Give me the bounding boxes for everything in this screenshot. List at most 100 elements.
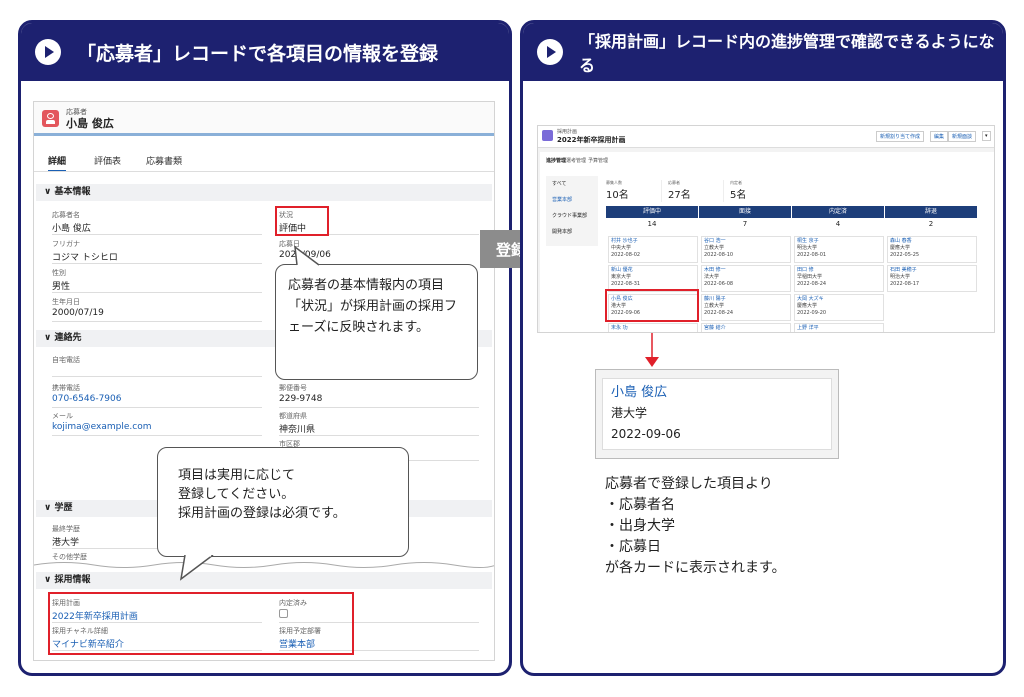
kanban-card[interactable]: 谷口 浩一 立教大学 2022-08-10 <box>701 236 791 263</box>
play-icon <box>35 39 61 65</box>
kanban-card[interactable]: 新山 優花 東京大学 2022-08-31 <box>608 265 698 292</box>
kanban-card-date: 2022-08-01 <box>797 252 827 258</box>
kanban-card-name[interactable]: 村井 沙也子 <box>611 238 695 245</box>
callout-tail-1 <box>294 245 320 266</box>
plan-type: 採用計画 <box>557 129 578 135</box>
explanation: 応募者で登録した項目より ・応募者名 ・出身大学 ・応募日 が各カードに表示され… <box>605 474 786 579</box>
status-highlight <box>275 206 329 236</box>
kanban-card[interactable]: 石田 美穂子 明治大学 2022-08-17 <box>887 265 977 292</box>
home-phone-label: 自宅電話 <box>52 356 80 364</box>
school-label: 最終学歴 <box>52 525 80 533</box>
tab-documents[interactable]: 応募書類 <box>146 154 182 167</box>
kanban-card[interactable]: 上野 洋平 <box>794 323 884 332</box>
kanban-card[interactable]: 森山 春香 慶應大学 2022-05-25 <box>887 236 977 263</box>
left-panel-header: 「応募者」レコードで各項目の情報を登録 <box>21 23 509 81</box>
explanation-item-name: ・応募者名 <box>605 497 675 513</box>
kanban-card[interactable]: 末永 功 <box>608 323 698 332</box>
applicant-name-label: 応募者名 <box>52 211 80 219</box>
tab-selection[interactable]: 選考管理 <box>566 157 586 164</box>
kanban-card[interactable]: 村井 沙也子 中央大学 2022-08-02 <box>608 236 698 263</box>
kanban-card-date: 2022-08-17 <box>890 281 920 287</box>
email-label: メール <box>52 412 73 420</box>
kanban-card-name[interactable]: 谷口 浩一 <box>704 238 788 245</box>
postal-value: 229-9748 <box>279 394 323 404</box>
kanban-card-date: 2022-08-24 <box>797 281 827 287</box>
kanban-card-name[interactable]: 森山 春香 <box>890 238 974 245</box>
kanban-card-name[interactable]: 石田 美穂子 <box>890 267 974 274</box>
kanban-card-school: 東京大学 <box>611 274 632 280</box>
plan-name: 2022年新卒採用計画 <box>557 136 626 144</box>
kanban-card-school: 明治大学 <box>890 274 911 280</box>
furigana-value: コジマ トシヒロ <box>52 253 118 263</box>
kanban-card-name[interactable]: 新山 優花 <box>611 267 695 274</box>
kanban-card[interactable]: 宮藤 結介 <box>701 323 791 332</box>
down-arrow <box>645 333 659 367</box>
kanban-card[interactable]: 大岡 大ズキ 慶應大学 2022-09-20 <box>794 294 884 321</box>
side-item-dev[interactable]: 開発本部 <box>552 228 572 235</box>
note-line-3: 採用計画の登録は必須です。 <box>178 506 346 521</box>
plan-record: 採用計画 2022年新卒採用計画 新規割り当て作成 編集 新規面談 ▾ 進捗管理… <box>537 125 995 333</box>
kanban-card-date: 2022-09-20 <box>797 310 827 316</box>
kanban-card-school: 立教大学 <box>704 303 725 309</box>
kanban-card-school: 立教大学 <box>704 245 725 251</box>
kanban-card-name[interactable]: 桐生 京子 <box>797 238 881 245</box>
kanban-card-school: 法大学 <box>704 274 720 280</box>
email-value[interactable]: kojima@example.com <box>52 422 152 432</box>
zoom-card-school: 港大学 <box>611 406 648 420</box>
note-line-1: 項目は実用に応じて <box>178 468 296 483</box>
stage-evaluating[interactable]: 評価中 <box>606 206 698 218</box>
tab-progress[interactable]: 進捗管理 <box>546 157 566 164</box>
applicant-record: 応募者 小島 俊広 詳細 評価表 応募書類 ∨ 基本情報 応募者名 小島 俊広 … <box>33 101 495 661</box>
kanban-card-name[interactable]: 木田 修一 <box>704 267 788 274</box>
count-interview: 7 <box>742 220 748 228</box>
tab-detail[interactable]: 詳細 <box>48 154 67 172</box>
kanban-card-name[interactable]: 田口 修 <box>797 267 881 274</box>
btn-new-interview[interactable]: 新規面談 <box>948 131 977 142</box>
kanban-card-school: 明治大学 <box>797 245 818 251</box>
kanban-card-date: 2022-06-08 <box>704 281 734 287</box>
kanban-card-school: 慶應大学 <box>797 303 818 309</box>
count-declined: 2 <box>928 220 934 228</box>
play-icon <box>537 39 563 65</box>
kanban-card[interactable]: 藤川 陽子 立教大学 2022-08-24 <box>701 294 791 321</box>
birthday-value: 2000/07/19 <box>52 308 104 318</box>
kanban-card-name[interactable]: 宮藤 結介 <box>704 325 788 332</box>
zoom-card[interactable]: 小島 俊広 港大学 2022-09-06 <box>595 369 839 459</box>
btn-new-assign[interactable]: 新規割り当て作成 <box>876 131 925 142</box>
tab-budget[interactable]: 予算管理 <box>588 157 608 164</box>
btn-edit[interactable]: 編集 <box>930 131 949 142</box>
prefecture-value: 神奈川県 <box>279 425 316 435</box>
kanban-card-date: 2022-08-02 <box>611 252 641 258</box>
side-item-sales[interactable]: 営業本部 <box>552 196 572 203</box>
kanban-card-date: 2022-08-10 <box>704 252 734 258</box>
count-offered: 4 <box>835 220 841 228</box>
kanban-card[interactable]: 木田 修一 法大学 2022-06-08 <box>701 265 791 292</box>
stage-interview[interactable]: 面接 <box>699 206 791 218</box>
dropdown-icon[interactable]: ▾ <box>982 131 991 141</box>
explanation-item-date: ・応募日 <box>605 539 661 555</box>
kanban-card[interactable]: 田口 修早稲田大学 2022-08-24 <box>794 265 884 292</box>
kanban-card[interactable]: 桐生 京子 明治大学 2022-08-01 <box>794 236 884 263</box>
mobile-value[interactable]: 070-6546-7906 <box>52 394 121 404</box>
side-item-all[interactable]: すべて <box>552 180 566 187</box>
kanban-card-date: 2022-05-25 <box>890 252 920 258</box>
school-value: 港大学 <box>52 538 80 548</box>
hiring-highlight <box>48 592 354 655</box>
kanban-card-school: 中央大学 <box>611 245 632 251</box>
kanban-card-name[interactable]: 大岡 大ズキ <box>797 296 881 303</box>
kanban-card-name[interactable]: 末永 功 <box>611 325 695 332</box>
kanban-card-name[interactable]: 藤川 陽子 <box>704 296 788 303</box>
side-item-cloud[interactable]: クラウド事業部 <box>552 212 587 219</box>
section-hiring[interactable]: ∨ 採用情報 <box>36 572 492 589</box>
tab-evaluation[interactable]: 評価表 <box>94 154 121 167</box>
card-highlight <box>605 289 699 322</box>
stage-offered[interactable]: 内定済 <box>792 206 884 218</box>
section-basic-info[interactable]: ∨ 基本情報 <box>36 184 492 201</box>
stage-declined[interactable]: 辞退 <box>885 206 977 218</box>
kanban-card-name[interactable]: 上野 洋平 <box>797 325 881 332</box>
note-callout: 項目は実用に応じて 登録してください。 採用計画の登録は必須です。 <box>157 447 409 557</box>
zoom-card-name[interactable]: 小島 俊広 <box>611 383 823 403</box>
prefecture-label: 都道府県 <box>279 412 307 420</box>
applicant-name-value: 小島 俊広 <box>52 224 91 234</box>
explanation-title: 応募者で登録した項目より <box>605 476 773 492</box>
